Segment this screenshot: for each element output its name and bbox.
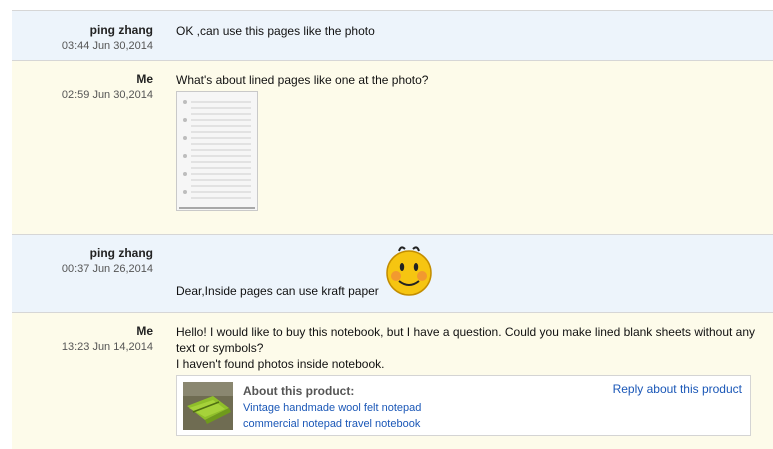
message-text: What's about lined pages like one at the… — [176, 73, 429, 87]
reply-about-product-link[interactable]: Reply about this product — [613, 382, 742, 396]
message-item: Me 13:23 Jun 14,2014 Hello! I would like… — [12, 312, 773, 449]
message-time: 00:37 Jun 26,2014 — [61, 263, 153, 275]
product-card: About this product: Vintage handmade woo… — [176, 375, 751, 436]
message-line: I haven't found photos inside notebook. — [176, 357, 385, 371]
message-item: ping zhang 03:44 Jun 30,2014 OK ,can use… — [12, 10, 773, 60]
product-link-1[interactable]: Vintage handmade wool felt notepad — [243, 402, 421, 414]
product-title: About this product: — [243, 384, 355, 398]
message-time: 03:44 Jun 30,2014 — [61, 40, 153, 52]
message-time: 02:59 Jun 30,2014 — [61, 89, 153, 101]
message-time: 13:23 Jun 14,2014 — [61, 341, 153, 353]
message-line: Hello! I would like to buy this notebook… — [176, 325, 756, 355]
message-text: OK ,can use this pages like the photo — [176, 24, 375, 38]
product-link-2[interactable]: commercial notepad travel notebook — [243, 418, 420, 430]
message-sender: Me — [136, 324, 153, 338]
message-thread: ping zhang 03:44 Jun 30,2014 OK ,can use… — [12, 0, 773, 449]
message-text: Dear,Inside pages can use kraft paper — [176, 284, 379, 298]
message-item: Me 02:59 Jun 30,2014 What's about lined … — [12, 60, 773, 234]
message-sender: Me — [136, 72, 153, 86]
message-item: ping zhang 00:37 Jun 26,2014 Dear,Inside… — [12, 234, 773, 312]
message-text: Hello! I would like to buy this notebook… — [176, 324, 766, 372]
lined-paper-photo[interactable] — [176, 91, 258, 211]
message-sender: ping zhang — [89, 246, 153, 260]
smiley-face-icon — [383, 243, 435, 297]
message-sender: ping zhang — [89, 23, 153, 37]
felt-notebook-photo[interactable] — [183, 382, 233, 430]
